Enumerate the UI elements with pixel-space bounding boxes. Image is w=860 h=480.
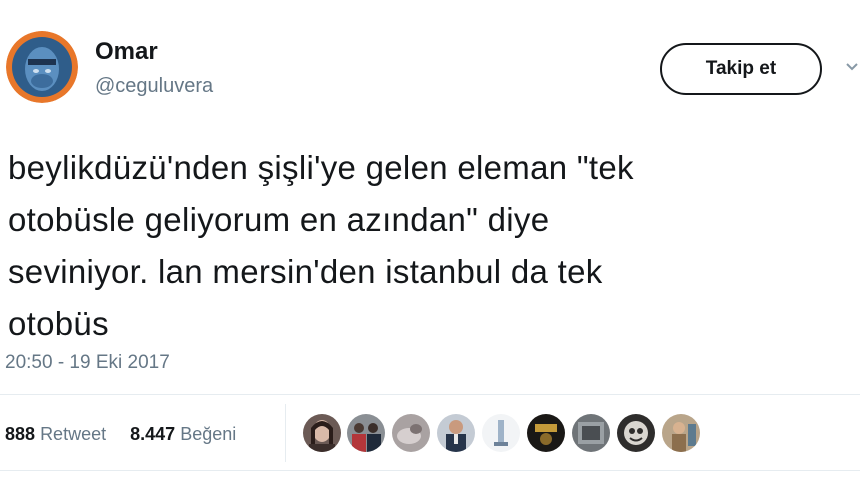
liker-avatar-image: [662, 414, 700, 452]
tweet-text-line: otobüsle geliyorum en azından" diye: [8, 201, 550, 238]
divider: [285, 404, 286, 462]
avatar-image: [6, 31, 78, 103]
tweet-text-line: beylikdüzü'nden şişli'ye gelen eleman "t…: [8, 149, 634, 186]
tweet-text: beylikdüzü'nden şişli'ye gelen eleman "t…: [8, 142, 848, 350]
display-name[interactable]: Omar: [95, 38, 158, 66]
retweet-count: 888: [5, 424, 36, 444]
liker-avatar[interactable]: [572, 414, 610, 452]
like-stat[interactable]: 8.447 Beğeni: [130, 424, 236, 444]
liker-avatar[interactable]: [437, 414, 475, 452]
tweet-text-line: seviniyor. lan mersin'den istanbul da te…: [8, 253, 603, 290]
liker-avatar-image: [347, 414, 385, 452]
follow-button[interactable]: Takip et: [660, 43, 822, 95]
liker-avatar[interactable]: [662, 414, 700, 452]
tweet-text-line: otobüs: [8, 305, 109, 342]
liker-avatar-image: [437, 414, 475, 452]
retweet-stat[interactable]: 888 Retweet: [5, 424, 111, 444]
liker-avatar[interactable]: [527, 414, 565, 452]
liker-avatar-image: [392, 414, 430, 452]
retweet-label: Retweet: [40, 424, 107, 444]
divider: [0, 394, 860, 395]
avatar[interactable]: [6, 31, 78, 103]
user-handle[interactable]: @ceguluvera: [95, 75, 213, 98]
divider: [0, 470, 860, 471]
liker-avatar-image: [572, 414, 610, 452]
liker-avatar[interactable]: [617, 414, 655, 452]
liker-avatar-image: [617, 414, 655, 452]
liker-avatar[interactable]: [482, 414, 520, 452]
like-label: Beğeni: [180, 424, 237, 444]
liker-avatar[interactable]: [392, 414, 430, 452]
tweet-stats: 888 Retweet 8.447 Beğeni: [5, 424, 236, 445]
like-count: 8.447: [130, 424, 176, 444]
liker-avatar-image: [527, 414, 565, 452]
liker-avatar-image: [303, 414, 341, 452]
tweet-timestamp[interactable]: 20:50 - 19 Eki 2017: [5, 352, 170, 374]
chevron-down-icon[interactable]: [845, 60, 859, 74]
liker-avatar[interactable]: [303, 414, 341, 452]
liker-avatar[interactable]: [347, 414, 385, 452]
liker-avatar-image: [482, 414, 520, 452]
